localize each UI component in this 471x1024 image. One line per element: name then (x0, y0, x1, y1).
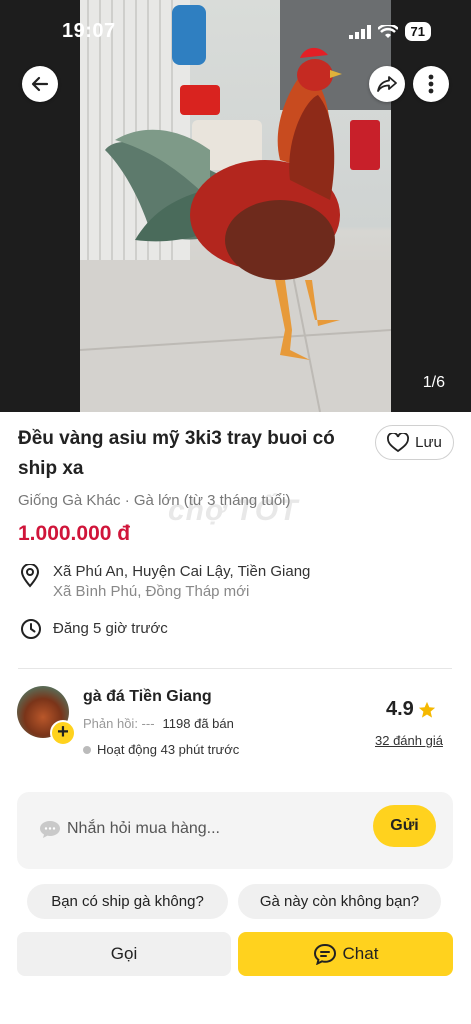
battery-indicator: 71 (404, 22, 431, 41)
quick-reply-ship[interactable]: Bạn có ship gà không? (27, 884, 228, 919)
posted-time: Đăng 5 giờ trước (53, 620, 168, 637)
signal-icon (348, 24, 371, 39)
chat-button[interactable]: Chat (238, 932, 453, 976)
speech-bubble-icon (40, 821, 60, 838)
status-icons: 71 (348, 22, 431, 41)
seller-rating: 4.9 (386, 698, 436, 721)
listing-title: Đều vàng asiu mỹ 3ki3 tray buoi có ship … (18, 428, 335, 479)
share-button[interactable] (369, 66, 405, 102)
share-icon (377, 76, 397, 92)
rooster-photo-illustration (80, 0, 391, 412)
seller-active-text: Hoạt động 43 phút trước (97, 742, 240, 757)
more-vertical-icon (428, 74, 434, 94)
arrow-left-icon (31, 76, 49, 92)
status-time: 19:07 (62, 20, 116, 42)
wifi-icon (377, 24, 398, 38)
call-button[interactable]: Gọi (17, 932, 231, 976)
status-dot-icon (83, 745, 91, 754)
chat-placeholder: Nhắn hỏi mua hàng... (67, 820, 220, 837)
chat-bubble-icon (313, 943, 336, 965)
seller-name[interactable]: gà đá Tiền Giang (83, 688, 212, 706)
star-icon (418, 701, 435, 718)
seller-sold-count: 1198 đã bán (162, 716, 234, 731)
rating-value: 4.9 (386, 698, 414, 720)
section-divider (18, 668, 452, 669)
image-counter: 1/6 (422, 374, 445, 391)
more-options-button[interactable] (413, 66, 449, 102)
chat-input[interactable]: Nhắn hỏi mua hàng... (39, 814, 359, 844)
heart-icon (387, 432, 410, 452)
location-primary: Xã Phú An, Huyện Cai Lậy, Tiền Giang (53, 563, 311, 580)
listing-photo[interactable] (80, 0, 391, 412)
save-label: Lưu (415, 434, 442, 451)
location-secondary: Xã Bình Phú, Đồng Tháp mới (53, 583, 250, 600)
status-bar: 19:07 71 (0, 0, 471, 60)
location-pin-icon (20, 564, 40, 588)
back-button[interactable] (22, 66, 58, 102)
save-button[interactable]: Lưu (375, 425, 454, 460)
chotot-watermark: chợ TỐT (168, 494, 299, 527)
clock-icon (21, 619, 41, 639)
listing-image-carousel[interactable]: 19:07 71 1/6 (0, 0, 471, 412)
listing-price: 1.000.000 đ (18, 522, 131, 545)
reviews-link[interactable]: 32 đánh giá (375, 733, 443, 748)
chat-card: Nhắn hỏi mua hàng... Gửi (17, 792, 453, 869)
seller-active-status: Hoạt động 43 phút trước (83, 742, 239, 757)
call-label: Gọi (110, 944, 138, 963)
chat-label: Chat (342, 944, 379, 963)
seller-meta: Phản hồi: --- 1198 đã bán (83, 716, 234, 731)
send-button[interactable]: Gửi (373, 805, 436, 847)
seller-response: Phản hồi: --- (83, 716, 155, 731)
quick-reply-available[interactable]: Gà này còn không bạn? (238, 884, 441, 919)
follow-plus-icon[interactable]: + (50, 720, 76, 746)
